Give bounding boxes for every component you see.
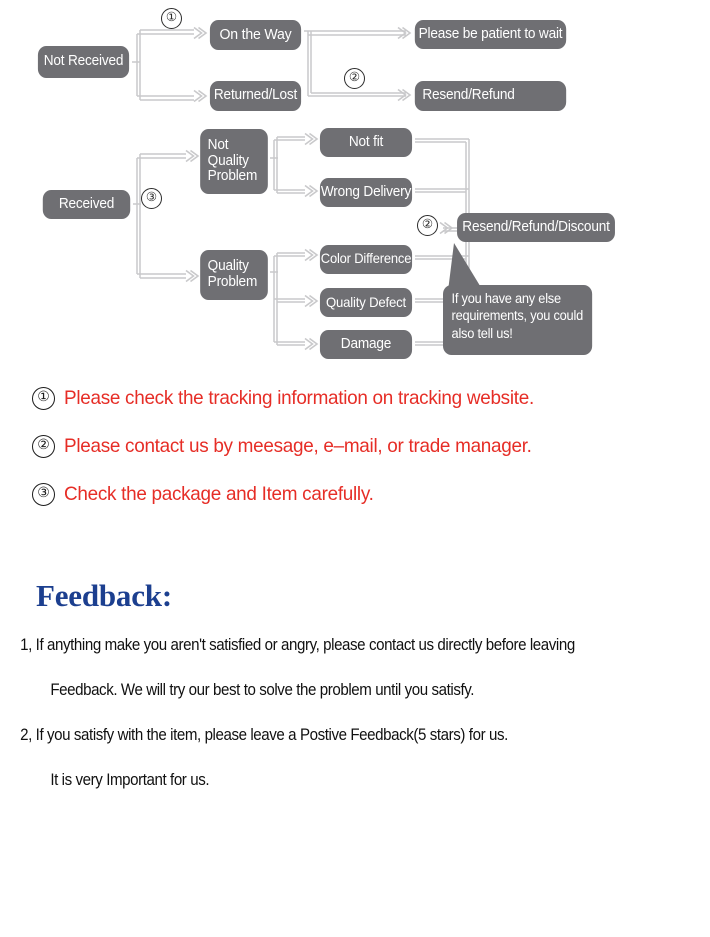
node-label: Received [58, 195, 115, 212]
callout-line-3: also tell us! [451, 325, 513, 341]
node-label: Resend/Refund [422, 87, 515, 104]
node-color-difference[interactable]: Color Difference [319, 245, 413, 274]
connector-lines [132, 29, 470, 346]
node-label: Not Received [43, 53, 124, 70]
node-label: On the Way [219, 25, 292, 43]
feedback-line: Feedback. We will try our best to solve … [50, 681, 475, 699]
callout-line-1: If you have any else [451, 291, 562, 306]
numbered-notes-list: ① Please check the tracking information … [0, 374, 710, 518]
node-not-quality-problem[interactable]: Not Quality Problem [200, 129, 268, 194]
node-resend-refund-discount[interactable]: Resend/Refund/Discount [457, 213, 615, 242]
node-quality-defect[interactable]: Quality Defect [319, 288, 413, 317]
flowchart: Not Received On the Way Returned/Lost Pl… [0, 0, 710, 370]
node-label: Quality Problem [207, 258, 258, 290]
node-not-fit[interactable]: Not fit [319, 128, 413, 157]
note-marker-icon: ② [32, 434, 55, 458]
node-not-received[interactable]: Not Received [37, 46, 130, 78]
node-label: Resend/Refund/Discount [462, 218, 610, 235]
node-label: Damage [340, 335, 392, 352]
note-text: Please contact us by meesage, e–mail, or… [64, 434, 532, 457]
flow-marker-3: ③ [141, 188, 162, 209]
node-damage[interactable]: Damage [319, 330, 413, 359]
flow-marker-2: ② [344, 68, 365, 89]
note-item: ② Please contact us by meesage, e–mail, … [0, 422, 710, 470]
node-please-be-patient-to-wait[interactable]: Please be patient to wait [414, 20, 567, 49]
node-received[interactable]: Received [42, 190, 131, 219]
node-wrong-delivery[interactable]: Wrong Delivery [319, 178, 413, 207]
feedback-line: 2, If you satisfy with the item, please … [20, 726, 508, 744]
feedback-section: Feedback: 1, If anything make you aren't… [0, 578, 710, 803]
flow-marker-1: ① [161, 8, 182, 29]
note-item: ③ Check the package and Item carefully. [0, 470, 710, 518]
note-item: ① Please check the tracking information … [0, 374, 710, 422]
node-label: Color Difference [320, 251, 412, 267]
note-text: Check the package and Item carefully. [64, 482, 374, 505]
node-resend-refund[interactable]: Resend/Refund [414, 81, 567, 111]
callout-line-2: requirements, you could [451, 308, 584, 324]
node-on-the-way[interactable]: On the Way [209, 20, 302, 50]
node-returned-lost[interactable]: Returned/Lost [209, 81, 302, 111]
node-label: Not fit [348, 133, 384, 150]
feedback-heading: Feedback: [36, 578, 172, 613]
feedback-line: 1, If anything make you aren't satisfied… [20, 636, 575, 654]
note-marker-icon: ① [32, 386, 55, 410]
note-marker-icon: ③ [32, 482, 55, 506]
node-label: Returned/Lost [213, 87, 298, 104]
note-text: Please check the tracking information on… [64, 386, 534, 409]
node-quality-problem[interactable]: Quality Problem [200, 250, 268, 300]
callout-bubble: If you have any else requirements, you c… [443, 285, 593, 355]
flow-marker-4: ② [417, 215, 438, 236]
node-label: Wrong Delivery [320, 183, 412, 200]
node-label: Quality Defect [325, 293, 407, 310]
feedback-line: It is very Important for us. [50, 771, 210, 789]
node-label: Please be patient to wait [418, 25, 563, 42]
node-label: Not Quality Problem [207, 137, 258, 185]
